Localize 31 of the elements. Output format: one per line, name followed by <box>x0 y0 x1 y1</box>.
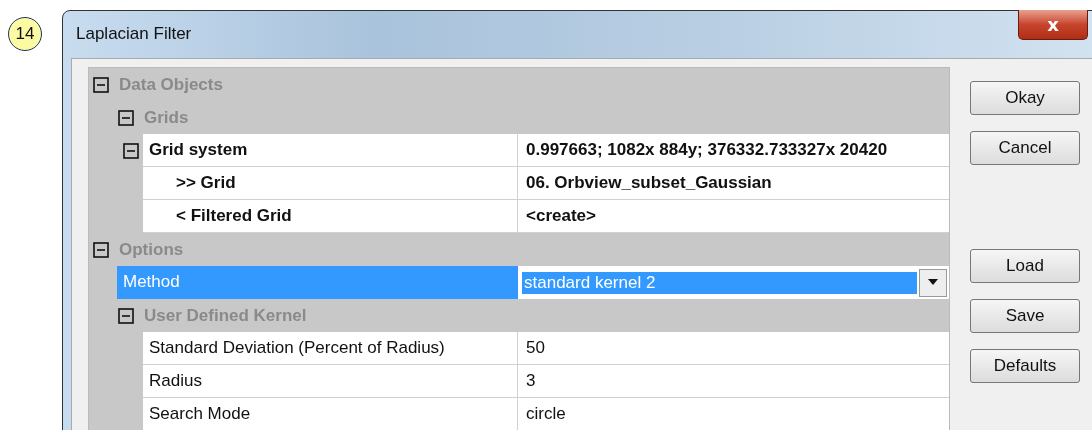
dropdown-arrow-icon <box>927 279 939 286</box>
property-name[interactable]: Standard Deviation (Percent of Radius) <box>143 332 518 365</box>
dialog-button[interactable]: Defaults <box>970 349 1080 383</box>
property-value[interactable]: 50 <box>518 332 949 365</box>
dialog-button[interactable]: Load <box>970 249 1080 283</box>
property-name[interactable]: < Filtered Grid <box>143 200 518 233</box>
property-name[interactable]: Search Mode <box>143 398 518 430</box>
window-title: Laplacian Filter <box>76 24 192 44</box>
category-label: Grids <box>144 107 189 128</box>
category-label: Data Objects <box>119 74 223 95</box>
dropdown-button[interactable] <box>919 268 947 297</box>
close-button[interactable]: x <box>1018 10 1088 40</box>
category-label: Options <box>119 239 184 260</box>
property-value[interactable]: <create> <box>518 200 949 233</box>
dialog-button[interactable]: Okay <box>970 81 1080 115</box>
collapse-icon[interactable] <box>123 142 139 159</box>
collapse-icon[interactable] <box>118 307 134 324</box>
property-value[interactable]: circle <box>518 398 949 430</box>
property-value[interactable]: 3 <box>518 365 949 398</box>
collapse-icon[interactable] <box>93 76 109 93</box>
property-name[interactable]: >> Grid <box>143 167 518 200</box>
dialog-button[interactable]: Save <box>970 299 1080 333</box>
step-badge: 14 <box>8 17 42 51</box>
collapse-icon[interactable] <box>118 109 134 126</box>
category-label: User Defined Kernel <box>144 305 307 326</box>
property-name[interactable]: Radius <box>143 365 518 398</box>
dialog-button[interactable]: Cancel <box>970 131 1080 165</box>
collapse-icon[interactable] <box>93 241 109 258</box>
property-value[interactable]: 0.997663; 1082x 884y; 376332.733327x 20420 <box>518 134 949 167</box>
property-value[interactable]: 06. Orbview_subset_Gaussian <box>518 167 949 200</box>
property-name[interactable]: Grid system <box>143 134 518 167</box>
